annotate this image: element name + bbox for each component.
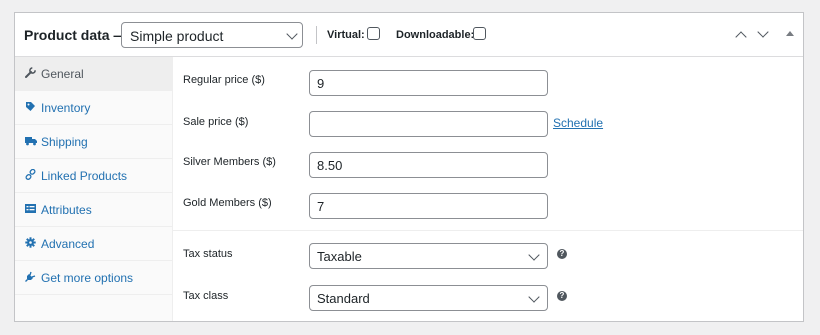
tax-class-label: Tax class	[183, 290, 229, 302]
truck-icon	[25, 135, 37, 146]
product-type-value: Simple product	[130, 28, 224, 44]
tab-label: Inventory	[41, 101, 91, 115]
tag-icon	[25, 101, 36, 112]
tab-linked-products[interactable]: Linked Products	[15, 159, 172, 193]
chevron-up-icon	[735, 31, 747, 43]
chevron-down-icon	[286, 28, 298, 40]
tab-attributes[interactable]: Attributes	[15, 193, 172, 227]
product-type-select[interactable]: Simple product	[121, 22, 303, 48]
product-data-header: Product data — Simple product Virtual: D…	[15, 13, 803, 57]
gold-members-value: 7	[317, 199, 325, 214]
virtual-label: Virtual:	[327, 29, 365, 41]
link-icon	[25, 168, 36, 181]
tab-label: Advanced	[41, 237, 95, 251]
sale-price-label: Sale price ($)	[183, 116, 249, 128]
tab-general[interactable]: General	[15, 57, 172, 91]
tab-label: Linked Products	[41, 169, 128, 183]
silver-members-label: Silver Members ($)	[183, 156, 276, 168]
tab-shipping[interactable]: Shipping	[15, 125, 172, 159]
section-divider	[173, 230, 803, 231]
chevron-down-icon	[757, 26, 769, 38]
tab-label: General	[41, 67, 84, 81]
tax-status-label: Tax status	[183, 248, 233, 260]
gold-members-label: Gold Members ($)	[183, 197, 272, 209]
tax-status-select[interactable]: Taxable	[309, 243, 548, 269]
tab-inventory[interactable]: Inventory	[15, 91, 172, 125]
product-data-title: Product data —	[24, 27, 128, 43]
tab-label: Get more options	[41, 271, 134, 285]
gold-members-input[interactable]: 7	[309, 193, 548, 219]
collapse-toggle-icon[interactable]	[786, 31, 794, 36]
virtual-checkbox[interactable]	[367, 27, 380, 40]
silver-members-input[interactable]: 8.50	[309, 152, 548, 178]
tab-label: Shipping	[41, 135, 88, 149]
regular-price-label: Regular price ($)	[183, 74, 265, 86]
tax-class-value: Standard	[317, 291, 370, 306]
tab-advanced[interactable]: Advanced	[15, 227, 172, 261]
schedule-link[interactable]: Schedule	[553, 116, 603, 130]
tax-status-value: Taxable	[317, 249, 362, 264]
product-data-tabs: General Inventory Shipping Linked Produc…	[15, 57, 173, 321]
wrench-icon	[25, 67, 36, 78]
regular-price-input[interactable]: 9	[309, 70, 548, 96]
sale-price-input[interactable]	[309, 111, 548, 137]
tab-get-more-options[interactable]: Get more options	[15, 261, 172, 295]
downloadable-label: Downloadable:	[396, 29, 475, 41]
silver-members-value: 8.50	[317, 158, 343, 173]
downloadable-checkbox[interactable]	[473, 27, 486, 40]
tab-label: Attributes	[41, 203, 92, 217]
header-divider	[316, 26, 317, 44]
gear-icon	[25, 237, 36, 248]
list-icon	[25, 203, 36, 214]
product-data-panel: Product data — Simple product Virtual: D…	[14, 12, 804, 322]
chevron-down-icon	[528, 249, 540, 261]
help-icon[interactable]: ?	[557, 249, 567, 259]
help-icon[interactable]: ?	[557, 291, 567, 301]
chevron-down-icon	[528, 291, 540, 303]
plugin-icon	[25, 271, 36, 282]
tax-class-select[interactable]: Standard	[309, 285, 548, 311]
regular-price-value: 9	[317, 76, 325, 91]
